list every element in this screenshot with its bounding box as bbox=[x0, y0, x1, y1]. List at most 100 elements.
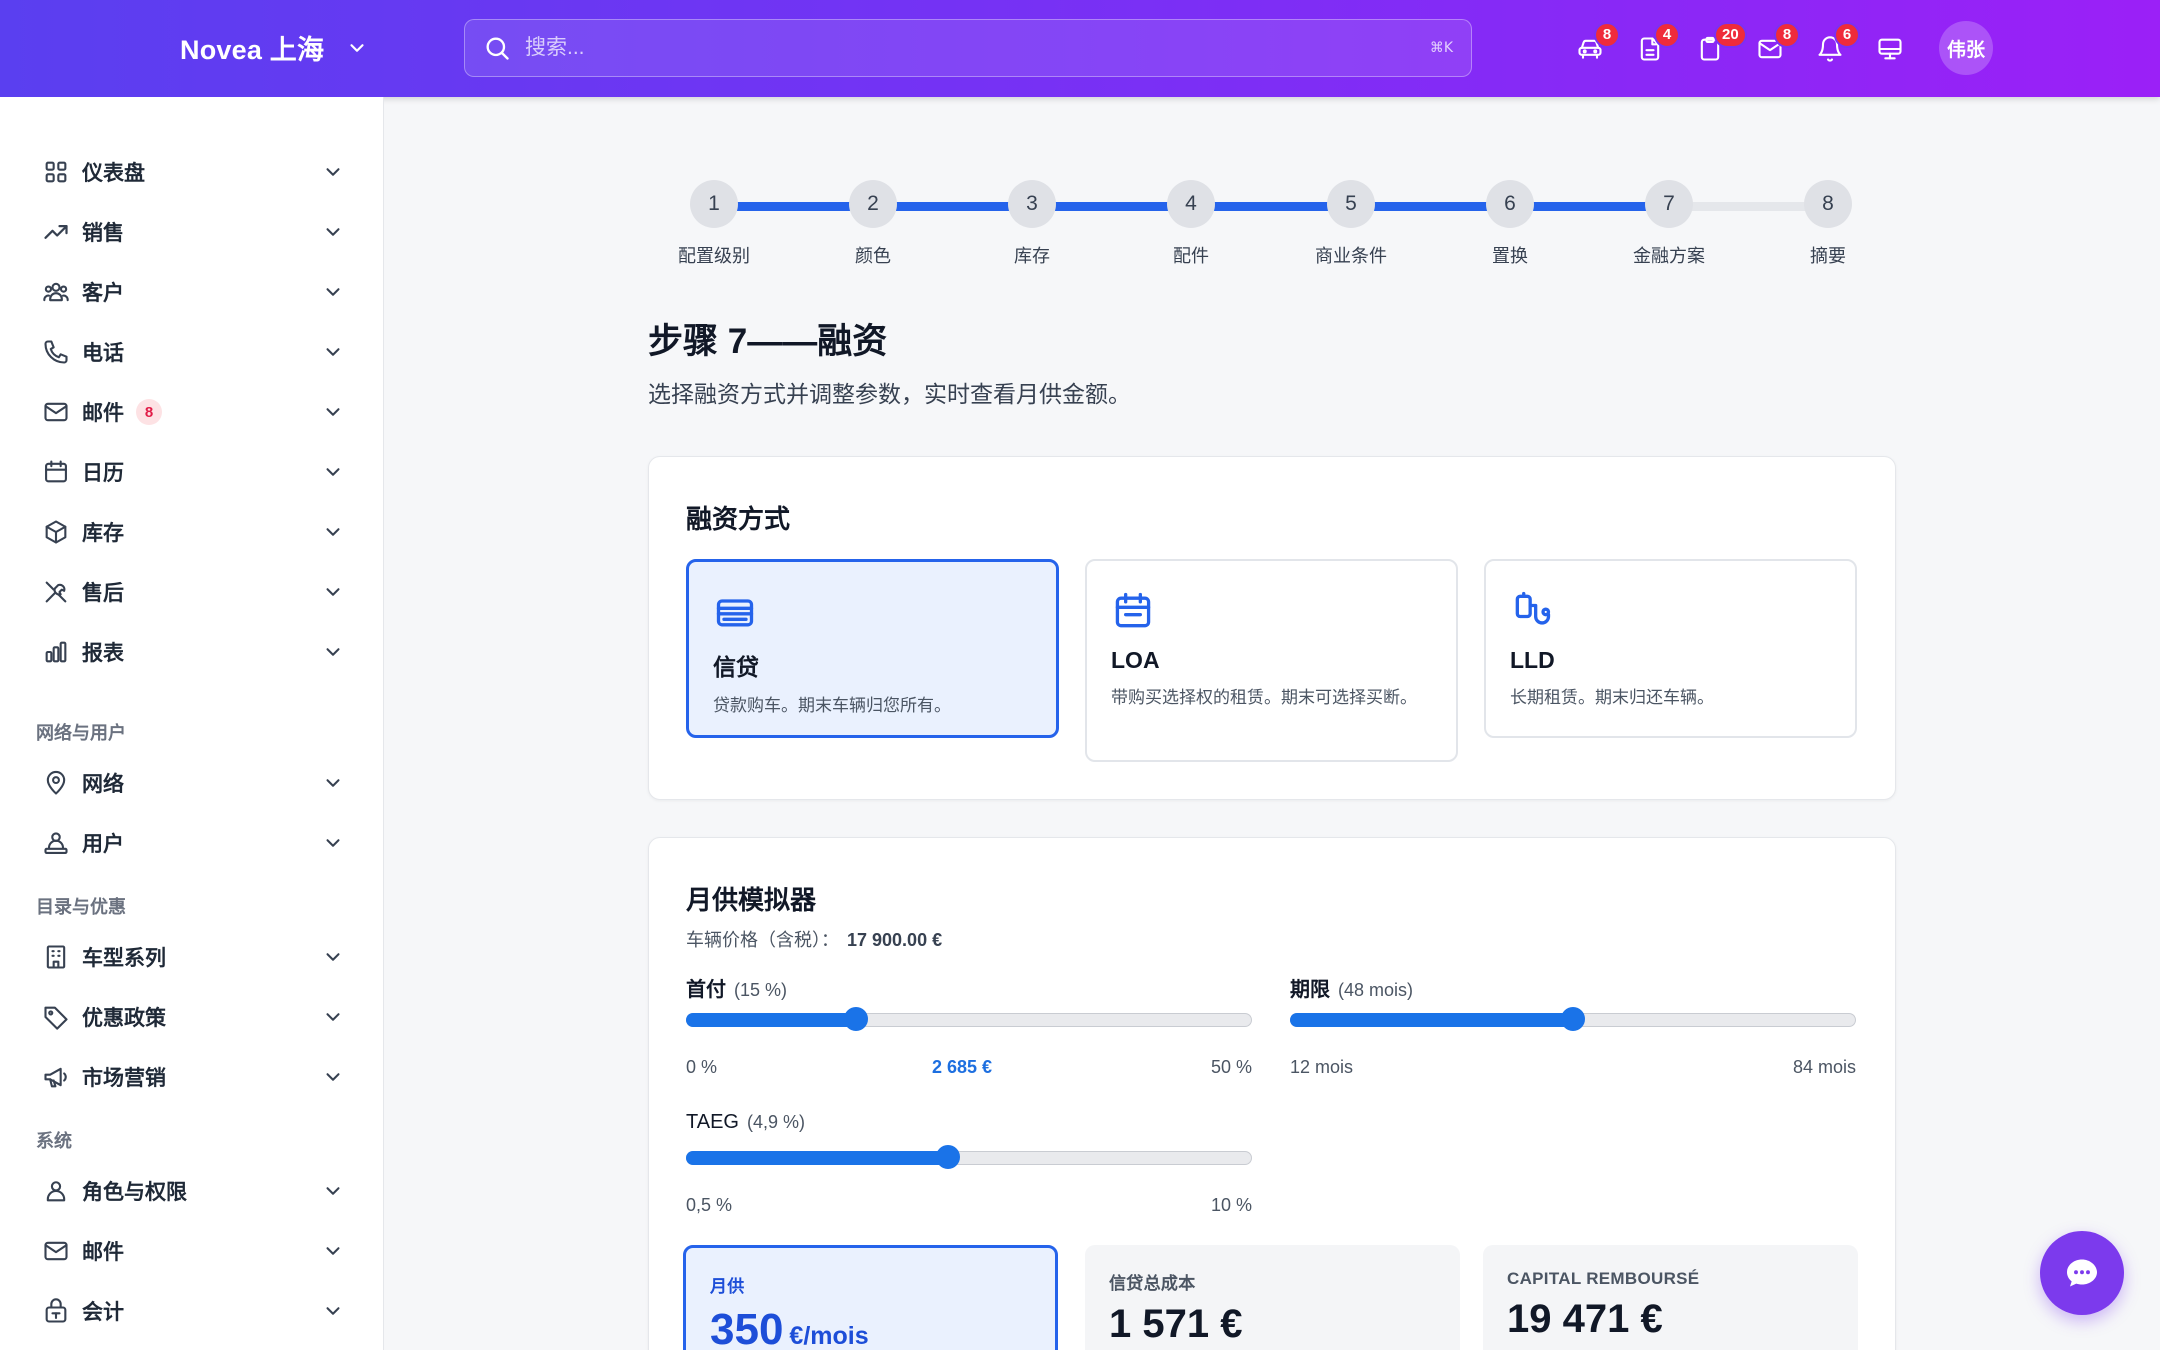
sidebar-item-label: 车型系列 bbox=[82, 947, 166, 970]
lock-box-icon bbox=[45, 1298, 67, 1323]
messages-button[interactable]: 8 bbox=[1740, 19, 1800, 79]
sidebar-item-label: 销售 bbox=[82, 222, 124, 245]
step-6[interactable]: 6 置换 bbox=[1430, 180, 1590, 268]
building-icon bbox=[46, 945, 66, 969]
mail-icon bbox=[44, 402, 68, 422]
step-8[interactable]: 8 摘要 bbox=[1748, 180, 1908, 268]
sidebar-item-models[interactable]: 车型系列 bbox=[30, 931, 354, 983]
stat-value: 1 571 € bbox=[1109, 1302, 1243, 1346]
down-payment-amount: 2 685 € bbox=[932, 1057, 993, 1077]
term-min: 12 mois bbox=[1290, 1057, 1354, 1077]
taeg-min: 0,5 % bbox=[686, 1195, 733, 1215]
sidebar-item-system-mail[interactable]: 邮件 bbox=[30, 1225, 354, 1277]
chevron-down-icon bbox=[326, 348, 340, 356]
step-5[interactable]: 5 商业条件 bbox=[1271, 180, 1431, 268]
sidebar-item-label: 用户 bbox=[82, 833, 124, 856]
slider-thumb[interactable] bbox=[844, 1007, 868, 1031]
step-label: 颜色 bbox=[855, 246, 891, 266]
search-input[interactable] bbox=[525, 36, 1430, 60]
chevron-down-icon bbox=[326, 779, 340, 787]
step-number: 5 bbox=[1327, 180, 1375, 228]
dealership-switcher[interactable]: Novea 上海 bbox=[180, 28, 368, 67]
sidebar-item-customers[interactable]: 客户 bbox=[30, 266, 354, 318]
step-label: 配置级别 bbox=[678, 246, 750, 266]
financing-option-loa[interactable]: LOA 带购买选择权的租赁。期末可选择买断。 bbox=[1085, 559, 1458, 762]
term-slider[interactable] bbox=[1290, 1007, 1856, 1031]
chevron-down-icon bbox=[326, 1187, 340, 1195]
calendar-icon bbox=[1115, 592, 1151, 628]
option-description: 带购买选择权的租赁。期末可选择买断。 bbox=[1111, 688, 1417, 707]
sidebar-item-accounting[interactable]: 会计 bbox=[30, 1285, 354, 1337]
top-bar: Novea 上海 ⌘K 8 4 20 8 6 伟张 bbox=[0, 0, 2160, 97]
sidebar-item-marketing[interactable]: 市场营销 bbox=[30, 1051, 354, 1103]
sidebar-item-dashboard[interactable]: 仪表盘 bbox=[30, 146, 354, 198]
phone-icon bbox=[44, 340, 68, 364]
sidebar-item-label: 电话 bbox=[82, 342, 124, 365]
sidebar-item-inventory[interactable]: 库存 bbox=[30, 506, 354, 558]
chevron-down-icon bbox=[326, 468, 340, 476]
chevron-down-icon bbox=[326, 1013, 340, 1021]
financing-option-lld[interactable]: LLD 长期租赁。期末归还车辆。 bbox=[1484, 559, 1857, 738]
taeg-slider[interactable] bbox=[686, 1145, 1252, 1169]
sidebar-item-roles[interactable]: 角色与权限 bbox=[30, 1165, 354, 1217]
chat-button[interactable] bbox=[2040, 1231, 2124, 1315]
sidebar-item-users[interactable]: 用户 bbox=[30, 817, 354, 869]
calendar-icon bbox=[45, 460, 67, 483]
display-button[interactable] bbox=[1860, 19, 1920, 79]
vehicles-button[interactable]: 8 bbox=[1560, 19, 1620, 79]
key-icon bbox=[1515, 591, 1551, 625]
taeg-label: TAEG bbox=[686, 1111, 739, 1133]
step-4[interactable]: 4 配件 bbox=[1111, 180, 1271, 268]
stat-value: 19 471 € bbox=[1507, 1297, 1663, 1341]
chevron-down-icon bbox=[326, 839, 340, 847]
sidebar: 仪表盘 销售 客户 电话 邮件 8 日历 库存 售后 报表 网络与用户 网络 用… bbox=[0, 97, 384, 1350]
sidebar-item-label: 角色与权限 bbox=[82, 1181, 187, 1204]
down-payment-value: (15 %) bbox=[734, 980, 788, 1000]
option-name: 信贷 bbox=[713, 654, 759, 680]
slider-thumb[interactable] bbox=[936, 1145, 960, 1169]
chevron-down-icon bbox=[326, 228, 340, 236]
sidebar-item-mail[interactable]: 邮件 8 bbox=[30, 386, 354, 438]
tasks-button[interactable]: 20 bbox=[1680, 19, 1747, 79]
step-3[interactable]: 3 库存 bbox=[952, 180, 1112, 268]
monthly-payment-value: 350 bbox=[710, 1305, 784, 1350]
sidebar-item-calendar[interactable]: 日历 bbox=[30, 446, 354, 498]
step-2[interactable]: 2 颜色 bbox=[793, 180, 953, 268]
messages-badge: 8 bbox=[1774, 21, 1800, 48]
sidebar-item-network[interactable]: 网络 bbox=[30, 757, 354, 809]
search-icon bbox=[486, 37, 509, 60]
users-icon bbox=[43, 282, 69, 302]
grid-icon bbox=[45, 161, 67, 183]
down-payment-label: 首付 bbox=[686, 979, 726, 1001]
documents-button[interactable]: 4 bbox=[1620, 19, 1680, 79]
monitor-icon bbox=[1878, 38, 1902, 59]
step-label: 库存 bbox=[1014, 246, 1050, 266]
sidebar-item-phone[interactable]: 电话 bbox=[30, 326, 354, 378]
sidebar-item-after-sales[interactable]: 售后 bbox=[30, 566, 354, 618]
option-description: 长期租赁。期末归还车辆。 bbox=[1510, 688, 1714, 707]
step-label: 摘要 bbox=[1810, 246, 1846, 266]
step-number: 8 bbox=[1804, 180, 1852, 228]
step-7[interactable]: 7 金融方案 bbox=[1589, 180, 1749, 268]
down-payment-slider[interactable] bbox=[686, 1007, 1252, 1031]
sidebar-item-promotions[interactable]: 优惠政策 bbox=[30, 991, 354, 1043]
user-avatar[interactable]: 伟张 bbox=[1939, 21, 1993, 75]
brand-name: Novea 上海 bbox=[180, 35, 325, 65]
slider-thumb[interactable] bbox=[1561, 1007, 1585, 1031]
sidebar-item-reports[interactable]: 报表 bbox=[30, 626, 354, 678]
chevron-down-icon bbox=[326, 288, 340, 296]
total-credit-cost-tile: 信贷总成本 1 571 € bbox=[1085, 1245, 1460, 1350]
down-payment-max: 50 % bbox=[1210, 1057, 1252, 1077]
search-box[interactable]: ⌘K bbox=[464, 19, 1472, 77]
sidebar-item-sales[interactable]: 销售 bbox=[30, 206, 354, 258]
sidebar-item-label: 邮件 bbox=[82, 1241, 124, 1264]
chevron-down-icon bbox=[326, 1307, 340, 1315]
financing-option-credit[interactable]: 信贷 贷款购车。期末车辆归您所有。 bbox=[686, 559, 1059, 738]
chevron-down-icon bbox=[350, 43, 364, 52]
box-icon bbox=[45, 520, 67, 544]
step-1[interactable]: 1 配置级别 bbox=[634, 180, 794, 268]
notifications-button[interactable]: 6 bbox=[1800, 19, 1860, 79]
megaphone-icon bbox=[44, 1067, 67, 1088]
step-number: 1 bbox=[690, 180, 738, 228]
sidebar-item-label: 日历 bbox=[82, 462, 124, 485]
